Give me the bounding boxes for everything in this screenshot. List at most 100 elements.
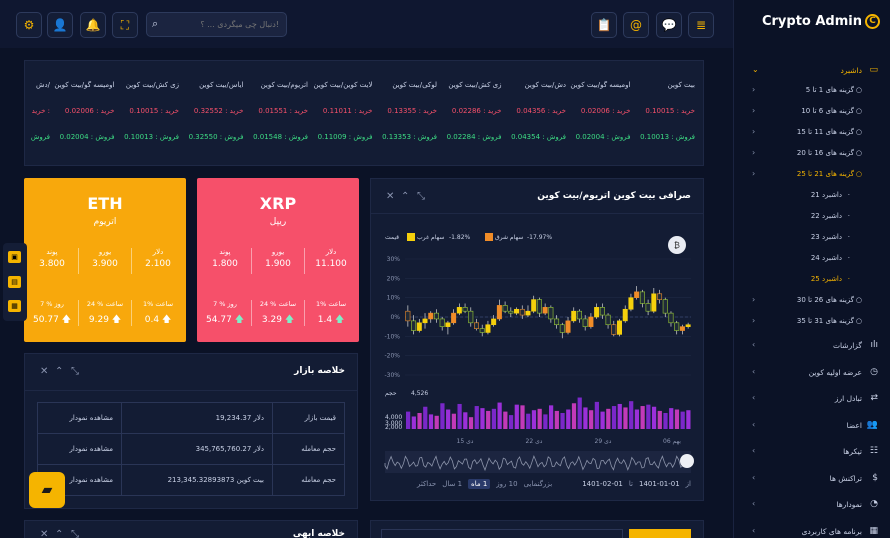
candle (462, 307, 468, 312)
ticker-cell[interactable]: زی کش/بیت کوین (115, 81, 179, 93)
sidebar-item-bar-chart[interactable]: ‹ گزارشات ılı (734, 336, 890, 356)
brand-logo[interactable]: Crypto Admin C (762, 14, 880, 29)
expand-icon[interactable]: ⤡ (71, 529, 79, 538)
sidebar-item-label: تبادل ارز (834, 394, 862, 403)
search-input[interactable] (169, 16, 279, 33)
sidebar-subitem[interactable]: › گزینه های 31 تا 35 ○ (734, 312, 890, 332)
user-icon[interactable]: 👤 (47, 12, 73, 38)
sidebar-item-dashboard[interactable]: ⌄ داشبرد ▭ (734, 61, 890, 81)
ticker-cell[interactable]: خرید : 0.10015 (631, 107, 695, 119)
ticker-cell[interactable]: خرید : 0.02006 (566, 107, 631, 119)
sidebar-item-sliders[interactable]: ‹ تیکرها ☷ (734, 442, 890, 462)
camera-icon[interactable]: ▣ (8, 251, 21, 263)
ticker-cell[interactable]: لایت کوین/بیت کوین (308, 81, 372, 93)
volume-bar (623, 407, 628, 429)
panel-title: خلاصه ابهی (292, 529, 345, 538)
eth-card[interactable]: ETH اتریوم پوند 3.800 یورو 3.900 دلار 2.100… (24, 178, 186, 342)
ticker-cell[interactable]: خرید : 0.32552 (179, 107, 244, 119)
candle (679, 326, 685, 331)
ticker-cell[interactable]: خرید : 0.02006 (50, 107, 115, 119)
ticker-cell[interactable]: خرید : (25, 107, 50, 119)
from-date[interactable]: 1401-01-01 (639, 480, 680, 488)
ticker-cell[interactable]: خرید : 0.11011 (308, 107, 373, 119)
sidebar-item-history[interactable]: ‹ عرضه اولیه کوین ◷ (734, 363, 890, 383)
sidebar-item-users[interactable]: ‹ اعضا 👥 (734, 416, 890, 436)
ticker-cell[interactable]: فروش : 0.10013 (631, 133, 695, 145)
ticker-cell[interactable]: اومیسه گو/بیت کوین (566, 81, 630, 93)
range-10d[interactable]: 10 روز (496, 480, 517, 488)
ticker-cell[interactable]: بیت کوین (631, 81, 695, 93)
active-tab[interactable] (629, 529, 691, 538)
clipboard-icon[interactable]: 📋 (591, 12, 617, 38)
chevron-up-icon[interactable]: ⌃ (55, 366, 63, 377)
ticker-cell[interactable]: فروش : 0.04354 (502, 133, 566, 145)
sidebar-item-transactions[interactable]: ‹ تراکنش ها $ (734, 469, 890, 489)
sidebar-subitem[interactable]: › گزینه های 6 تا 10 ○ (734, 102, 890, 122)
sidebar-item-chart[interactable]: ‹ نمودارها ◔ (734, 495, 890, 515)
candlestick-chart[interactable]: 30% 20% 10% 0% -10% -20% -30% قیمت سهام غرب -1.82… (371, 179, 705, 502)
ticker-cell[interactable]: فروش : 0.02284 (437, 133, 502, 145)
sidebar-item-dashboard-22[interactable]: داشبرد 22 · (734, 207, 890, 227)
ticker-cell[interactable]: خرید : 0.10015 (115, 107, 179, 119)
chevron-right-icon: › (752, 295, 756, 304)
sidebar-item-apps[interactable]: ‹ برنامه های کاربردی ▦ (734, 522, 890, 538)
ticker-cell[interactable]: اتریوم/بیت کوین (244, 81, 308, 93)
sidebar-subitem[interactable]: › گزینه های 21 تا 25 ○ (734, 165, 890, 185)
sidebar-subitem[interactable]: › گزینه های 11 تا 15 ○ (734, 123, 890, 143)
at-icon[interactable]: @ (623, 12, 649, 38)
ticker-cell[interactable]: زی کش/بیت کوین (437, 81, 501, 93)
legend-east-label: سهام شرق (495, 234, 523, 241)
y-tick-label: -20% (384, 353, 400, 360)
chevron-up-icon[interactable]: ⌃ (55, 529, 63, 538)
ticker-cell[interactable]: ایاس/بیت کوین (179, 81, 243, 93)
chevron-left-icon: ‹ (752, 499, 756, 508)
ticker-cell[interactable]: فروش : 0.01548 (244, 133, 308, 145)
ticker-cell[interactable]: فروش : 0.10013 (115, 133, 179, 145)
chat-icon[interactable]: 💬 (656, 12, 682, 38)
ticker-cell[interactable]: فروش : 0.11009 (308, 133, 373, 145)
sidebar-item-exchange[interactable]: ‹ تبادل ارز ⇄ (734, 389, 890, 409)
sidebar-item-dashboard-21[interactable]: داشبرد 21 · (734, 186, 890, 206)
close-icon[interactable]: ✕ (40, 529, 48, 538)
ticker-cell[interactable]: دش/بیت کوین (502, 81, 566, 93)
ticker-cell[interactable]: فروش : 0.13353 (373, 133, 437, 145)
image-icon[interactable]: ▤ (8, 276, 21, 288)
sidebar-item-dashboard-25[interactable]: داشبرد 25 · (734, 270, 890, 290)
ticker-cell[interactable]: دش/ (25, 81, 50, 93)
xrp-card[interactable]: XRP ریپل پوند 1.800 یورو 1.900 دلار 11.100 … (197, 178, 359, 342)
chat-fab-button[interactable]: ▰ (29, 472, 65, 508)
sidebar-subitem[interactable]: › گزینه های 26 تا 30 ○ (734, 291, 890, 311)
menu-icon[interactable]: ≣ (688, 12, 714, 38)
view-chart-link[interactable]: مشاهده نمودار (37, 433, 122, 465)
ticker-cell[interactable]: فروش : 0.32550 (179, 133, 244, 145)
sidebar-subitem[interactable]: › گزینه های 16 تا 20 ○ (734, 144, 890, 164)
ticker-cell[interactable]: لوکی/بیت کوین (373, 81, 437, 93)
layout-icon[interactable]: ▦ (8, 300, 21, 312)
sidebar-item-dashboard-24[interactable]: داشبرد 24 · (734, 249, 890, 269)
close-icon[interactable]: ✕ (40, 366, 48, 377)
to-date[interactable]: 1401-02-01 (582, 480, 623, 488)
sidebar-item-dashboard-23[interactable]: داشبرد 23 · (734, 228, 890, 248)
settings-icon[interactable]: ⚙ (16, 12, 42, 38)
ticker-cell[interactable]: فروش : 0.02004 (50, 133, 115, 145)
expand-icon[interactable]: ⤡ (71, 366, 79, 377)
ticker-cell[interactable]: خرید : 0.02286 (437, 107, 502, 119)
range-max[interactable]: حداکثر (417, 480, 436, 488)
ticker-cell[interactable]: خرید : 0.01551 (244, 107, 308, 119)
range-1y[interactable]: 1 سال (442, 480, 462, 488)
search-icon[interactable]: ⌕ (152, 17, 158, 31)
y-tick-label: 20% (387, 275, 401, 282)
ticker-cell[interactable]: فروش : 0.02004 (566, 133, 631, 145)
sidebar-subitem[interactable]: › گزینه های 1 تا 5 ○ (734, 81, 890, 101)
ticker-cell[interactable]: اومیسه گو/بیت کوین (50, 81, 114, 93)
range-1m[interactable]: 1 ماه (468, 479, 491, 489)
fullscreen-icon[interactable]: ⛶ (112, 12, 138, 38)
bell-icon[interactable]: 🔔 (80, 12, 106, 38)
tab-strip[interactable] (381, 529, 623, 538)
ticker-cell[interactable]: خرید : 0.13355 (373, 107, 437, 119)
sidebar-subitem-label: داشبرد 23 (810, 233, 842, 241)
users-icon: 👥 (866, 419, 878, 430)
ticker-cell[interactable]: فروش (25, 133, 50, 145)
ticker-cell[interactable]: خرید : 0.04356 (502, 107, 566, 119)
view-chart-link[interactable]: مشاهده نمودار (37, 402, 122, 434)
